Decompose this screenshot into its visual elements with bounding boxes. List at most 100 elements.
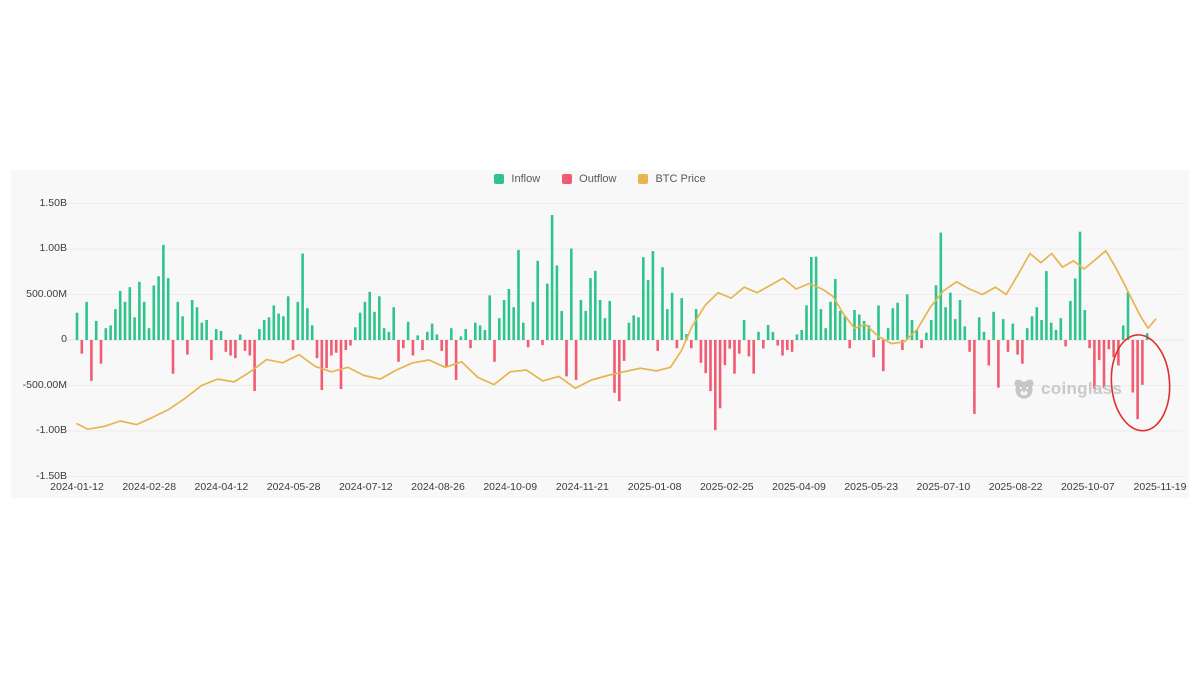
- y-tick-label: 500.00M: [11, 288, 67, 300]
- inflow-bar: [263, 320, 266, 340]
- inflow-bar: [157, 276, 160, 340]
- inflow-bar: [911, 320, 914, 340]
- inflow-bar: [153, 285, 156, 340]
- outflow-bar: [968, 340, 971, 352]
- y-tick-label: -500.00M: [11, 379, 67, 391]
- inflow-bar: [109, 325, 112, 340]
- inflow-bar: [800, 330, 803, 340]
- chart-canvas: [11, 170, 1189, 498]
- inflow-bar: [954, 319, 957, 340]
- inflow-bar: [114, 309, 117, 340]
- inflow-bar: [834, 279, 837, 340]
- coinglass-bear-icon: [1013, 378, 1035, 400]
- y-tick-label: -1.00B: [11, 424, 67, 436]
- inflow-bar: [354, 327, 357, 340]
- inflow-bar: [124, 302, 127, 340]
- inflow-bar: [383, 328, 386, 340]
- inflow-bar: [983, 332, 986, 340]
- inflow-bar: [416, 335, 419, 340]
- inflow-bar: [85, 302, 88, 340]
- inflow-bar: [287, 296, 290, 340]
- inflow-bar: [556, 265, 559, 340]
- inflow-bar: [301, 254, 304, 341]
- inflow-bar: [191, 300, 194, 340]
- inflow-bar: [560, 311, 563, 340]
- outflow-bar: [81, 340, 84, 354]
- outflow-bar: [848, 340, 851, 348]
- inflow-bar: [311, 325, 314, 340]
- outflow-bar: [440, 340, 443, 351]
- outflow-bar: [210, 340, 213, 360]
- inflow-bar: [584, 311, 587, 340]
- outflow-bar: [1016, 340, 1019, 355]
- inflow-bar: [503, 300, 506, 340]
- inflow-bar: [268, 317, 271, 340]
- y-tick-label: 1.50B: [11, 197, 67, 209]
- inflow-bar: [258, 329, 261, 340]
- outflow-bar: [728, 340, 731, 349]
- inflow-bar: [508, 289, 511, 340]
- outflow-bar: [973, 340, 976, 414]
- inflow-bar: [608, 301, 611, 340]
- outflow-bar: [527, 340, 530, 347]
- inflow-bar: [944, 307, 947, 340]
- outflow-bar: [541, 340, 544, 345]
- outflow-bar: [719, 340, 722, 408]
- outflow-bar: [690, 340, 693, 348]
- inflow-bar: [695, 309, 698, 340]
- inflow-bar: [1040, 320, 1043, 340]
- outflow-bar: [397, 340, 400, 362]
- inflow-bar: [551, 215, 554, 340]
- y-tick-label: -1.50B: [11, 470, 67, 482]
- inflow-bar: [853, 310, 856, 340]
- inflow-bar: [129, 287, 132, 340]
- inflow-bar: [196, 307, 199, 340]
- inflow-bar: [546, 284, 549, 340]
- x-tick-label: 2025-11-19: [1118, 481, 1200, 493]
- inflow-bar: [652, 251, 655, 340]
- outflow-bar: [249, 340, 252, 356]
- inflow-bar: [810, 257, 813, 340]
- outflow-bar: [229, 340, 232, 356]
- inflow-bar: [306, 308, 309, 340]
- inflow-bar: [820, 309, 823, 340]
- inflow-bar: [512, 307, 515, 340]
- watermark-text: coinglass: [1041, 379, 1122, 399]
- inflow-bar: [484, 330, 487, 340]
- outflow-bar: [253, 340, 256, 391]
- inflow-bar: [488, 295, 491, 340]
- inflow-bar: [570, 249, 573, 341]
- inflow-bar: [935, 285, 938, 340]
- outflow-bar: [997, 340, 1000, 388]
- inflow-bar: [594, 271, 597, 340]
- inflow-bar: [119, 291, 122, 340]
- inflow-bar: [1036, 307, 1039, 340]
- outflow-bar: [330, 340, 333, 356]
- outflow-bar: [791, 340, 794, 352]
- inflow-bar: [1045, 271, 1048, 340]
- inflow-bar: [824, 328, 827, 340]
- inflow-bar: [1060, 318, 1063, 340]
- inflow-bar: [978, 317, 981, 340]
- inflow-bar: [887, 328, 890, 340]
- inflow-bar: [479, 325, 482, 340]
- inflow-bar: [205, 320, 208, 340]
- outflow-bar: [738, 340, 741, 354]
- inflow-bar: [589, 278, 592, 340]
- outflow-bar: [748, 340, 751, 356]
- outflow-bar: [618, 340, 621, 401]
- outflow-bar: [1112, 340, 1115, 357]
- inflow-bar: [743, 320, 746, 340]
- chart-panel: Inflow Outflow BTC Price 1.50B1.00B500.0…: [11, 170, 1189, 498]
- outflow-bar: [340, 340, 343, 389]
- outflow-bar: [1007, 340, 1010, 352]
- inflow-bar: [671, 293, 674, 340]
- inflow-bar: [580, 300, 583, 340]
- inflow-bar: [177, 302, 180, 340]
- inflow-bar: [148, 328, 151, 340]
- inflow-bar: [940, 233, 943, 340]
- outflow-bar: [709, 340, 712, 391]
- outflow-bar: [335, 340, 338, 353]
- outflow-bar: [325, 340, 328, 368]
- outflow-bar: [421, 340, 424, 350]
